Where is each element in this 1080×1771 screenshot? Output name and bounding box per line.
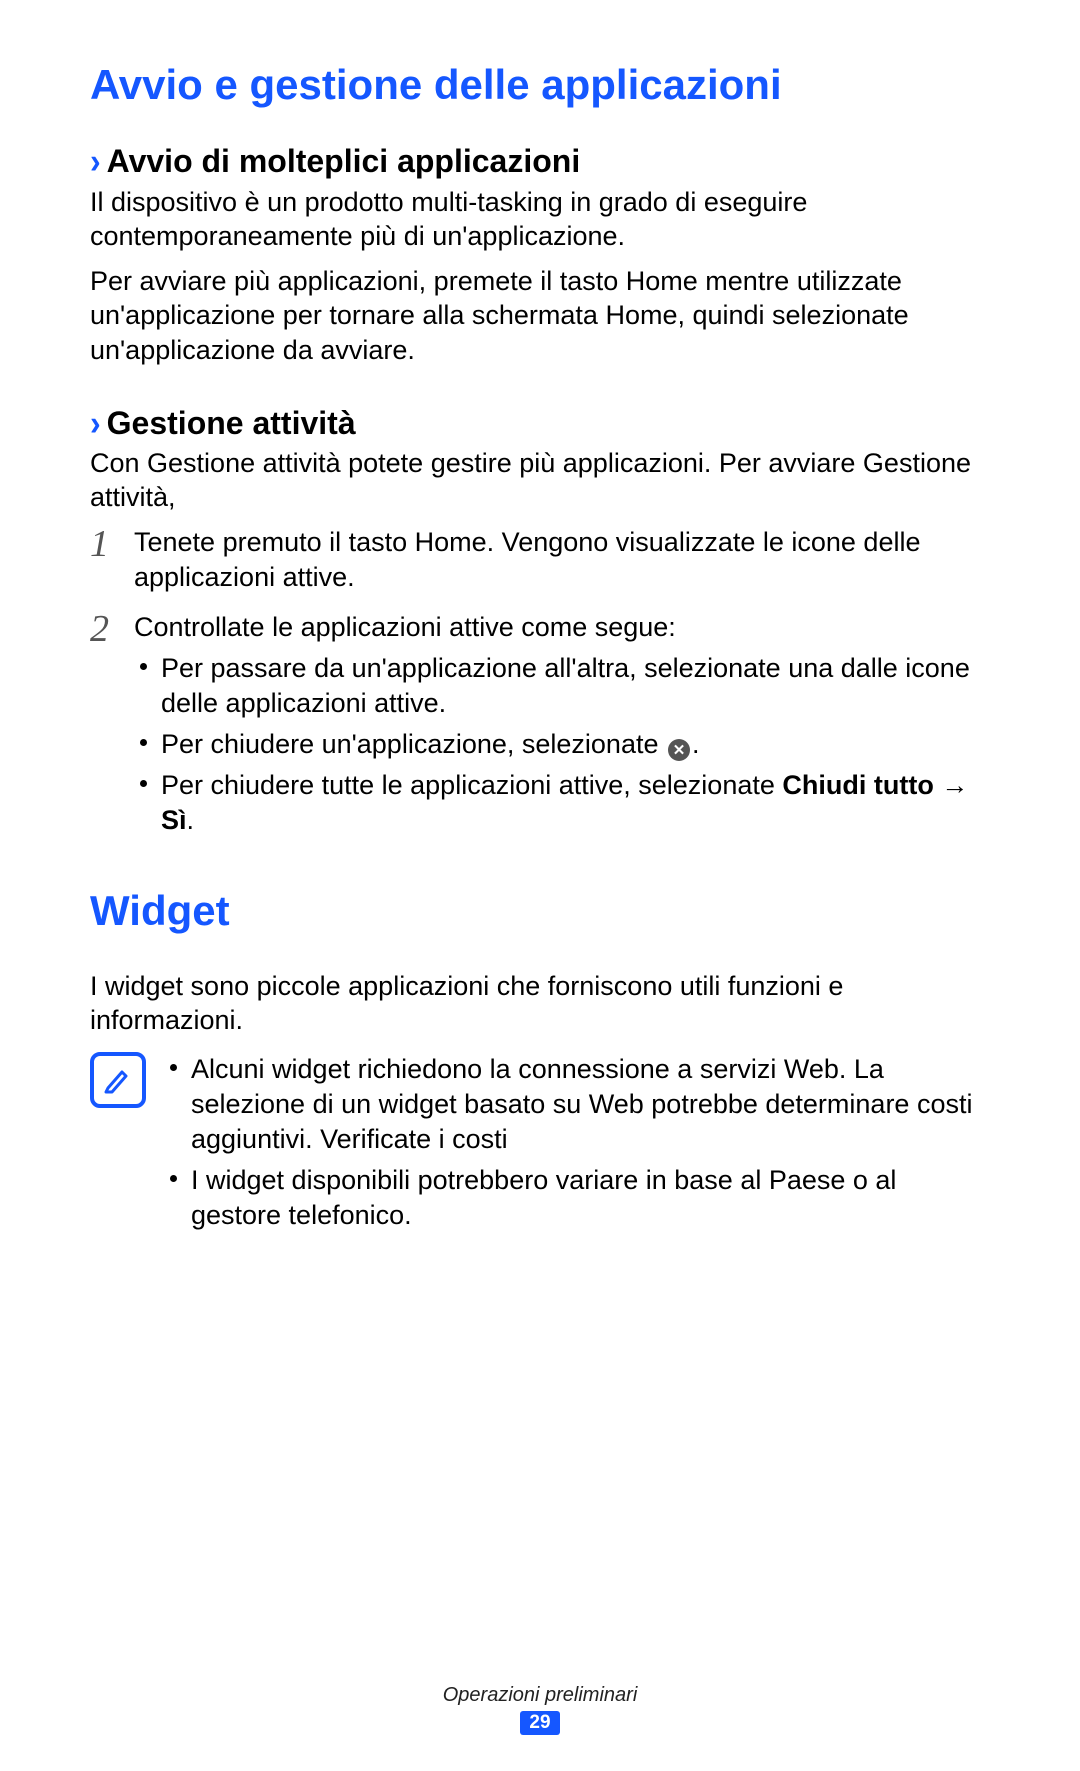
bullet-dot-icon — [170, 1064, 177, 1071]
chevron-right-icon: › — [90, 402, 101, 444]
subheading-text: Avvio di molteplici applicazioni — [107, 143, 581, 179]
bullet-item: Per chiudere tutte le applicazioni attiv… — [134, 768, 990, 838]
bold-text: Chiudi tutto — [782, 770, 933, 800]
heading-apps: Avvio e gestione delle applicazioni — [90, 60, 990, 110]
heading-widget: Widget — [90, 886, 990, 936]
page-number-badge: 29 — [520, 1711, 559, 1735]
step-item: 1 Tenete premuto il tasto Home. Vengono … — [90, 525, 990, 594]
note-box: Alcuni widget richiedono la connessione … — [90, 1052, 990, 1239]
numbered-steps: 1 Tenete premuto il tasto Home. Vengono … — [90, 525, 990, 844]
subheading-text: Gestione attività — [107, 405, 356, 441]
bullet-text: Per chiudere tutte le applicazioni attiv… — [161, 768, 990, 838]
footer-section-label: Operazioni preliminari — [0, 1684, 1080, 1707]
text: . — [187, 805, 195, 835]
document-page: Avvio e gestione delle applicazioni ›Avv… — [0, 0, 1080, 1771]
step-number: 1 — [90, 525, 134, 563]
bold-text: Sì — [161, 805, 187, 835]
bullet-item: I widget disponibili potrebbero variare … — [164, 1163, 990, 1233]
paragraph: Per avviare più applicazioni, premete il… — [90, 264, 990, 368]
step-lead: Controllate le applicazioni attive come … — [134, 610, 990, 645]
subheading-activity-mgmt: ›Gestione attività — [90, 404, 990, 442]
page-footer: Operazioni preliminari 29 — [0, 1684, 1080, 1735]
arrow-text: → — [934, 770, 969, 800]
paragraph: Con Gestione attività potete gestire più… — [90, 446, 990, 515]
step-item: 2 Controllate le applicazioni attive com… — [90, 610, 990, 844]
bullet-list: Per passare da un'applicazione all'altra… — [134, 651, 990, 838]
bullet-text: Alcuni widget richiedono la connessione … — [191, 1052, 990, 1157]
text: Per chiudere tutte le applicazioni attiv… — [161, 770, 782, 800]
step-content: Controllate le applicazioni attive come … — [134, 610, 990, 844]
bullet-dot-icon — [140, 739, 147, 746]
paragraph: I widget sono piccole applicazioni che f… — [90, 969, 990, 1038]
bullet-item: Per passare da un'applicazione all'altra… — [134, 651, 990, 721]
bullet-dot-icon — [140, 780, 147, 787]
subheading-launch-multiple: ›Avvio di molteplici applicazioni — [90, 142, 990, 180]
chevron-right-icon: › — [90, 140, 101, 182]
text: . — [692, 729, 700, 759]
paragraph: Il dispositivo è un prodotto multi-taski… — [90, 185, 990, 254]
pencil-note-icon — [102, 1064, 134, 1096]
bullet-dot-icon — [140, 663, 147, 670]
step-number: 2 — [90, 610, 134, 648]
bullet-item: Alcuni widget richiedono la connessione … — [164, 1052, 990, 1157]
step-text: Tenete premuto il tasto Home. Vengono vi… — [134, 525, 990, 594]
note-content: Alcuni widget richiedono la connessione … — [164, 1052, 990, 1239]
close-circle-icon: ✕ — [668, 739, 690, 761]
note-bullets: Alcuni widget richiedono la connessione … — [164, 1052, 990, 1233]
note-icon — [90, 1052, 146, 1108]
bullet-text: I widget disponibili potrebbero variare … — [191, 1163, 990, 1233]
bullet-dot-icon — [170, 1175, 177, 1182]
bullet-item: Per chiudere un'applicazione, selezionat… — [134, 727, 990, 762]
text: Per chiudere un'applicazione, selezionat… — [161, 729, 666, 759]
bullet-text: Per chiudere un'applicazione, selezionat… — [161, 727, 700, 762]
bullet-text: Per passare da un'applicazione all'altra… — [161, 651, 990, 721]
